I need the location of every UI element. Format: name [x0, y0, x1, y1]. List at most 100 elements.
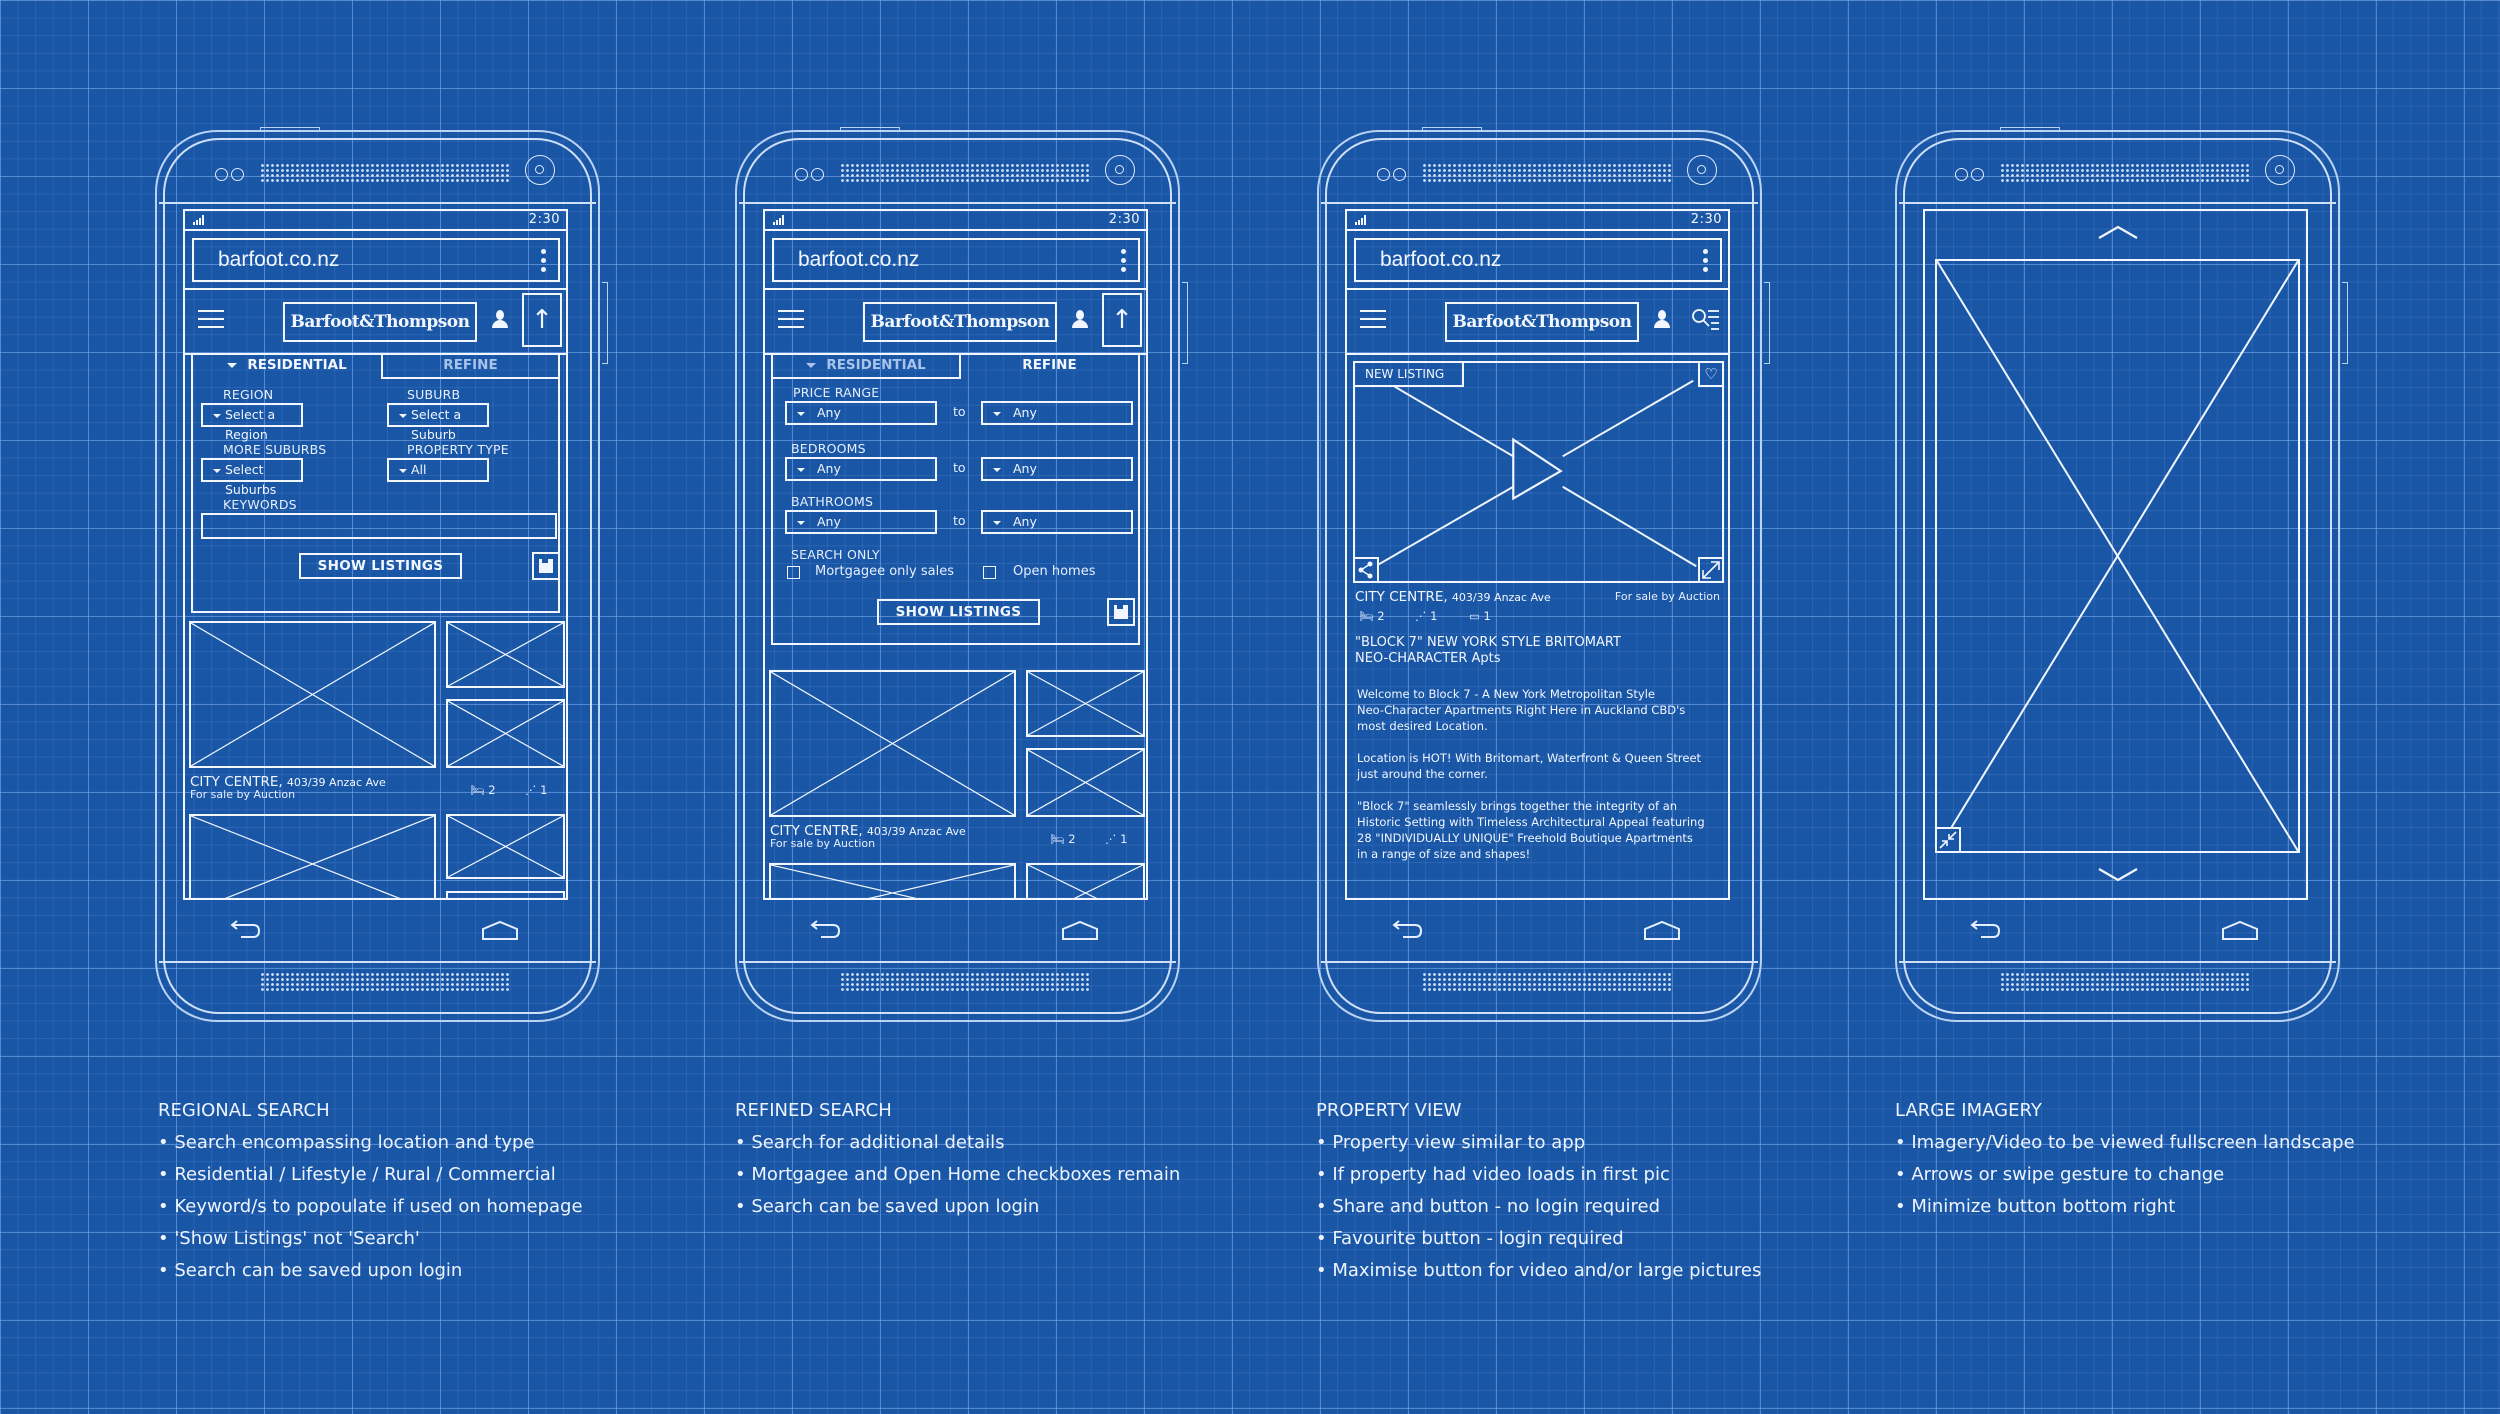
camera-icon: [525, 155, 555, 185]
tab-refine[interactable]: REFINE: [381, 353, 558, 379]
chevron-down-icon[interactable]: [2097, 867, 2139, 883]
tab-refine[interactable]: REFINE: [961, 353, 1138, 379]
tab-residential[interactable]: RESIDENTIAL: [773, 353, 961, 379]
caption-item: • Favourite button - login required: [1316, 1228, 1624, 1249]
power-button: [840, 127, 900, 131]
volume-button: [602, 282, 608, 364]
shower-icon: ⋰: [525, 783, 537, 797]
bedrooms-from-select[interactable]: Any: [785, 457, 937, 481]
garages-count: ▭ 1: [1469, 609, 1491, 623]
minimize-button[interactable]: [1935, 827, 1961, 853]
arrow-up-icon: ↑: [531, 305, 553, 335]
back-icon[interactable]: [807, 920, 841, 942]
home-icon[interactable]: [1062, 920, 1098, 940]
listing-photo-thumb[interactable]: [446, 621, 565, 688]
open-homes-checkbox[interactable]: [983, 566, 996, 579]
listing-photo-thumb[interactable]: [446, 814, 565, 879]
maximise-icon: [1702, 561, 1720, 579]
more-menu-icon[interactable]: [1121, 249, 1126, 273]
listing-photo-main[interactable]: [769, 863, 1016, 898]
bathrooms-to-select[interactable]: Any: [981, 510, 1133, 534]
user-icon[interactable]: [492, 310, 508, 330]
keywords-input[interactable]: [201, 513, 557, 539]
speaker-grille: [260, 972, 510, 992]
hero-media[interactable]: NEW LISTING ♡: [1353, 361, 1724, 583]
description-paragraph: Welcome to Block 7 - A New York Metropol…: [1357, 686, 1705, 734]
home-icon[interactable]: [2222, 920, 2258, 940]
show-listings-button[interactable]: SHOW LISTINGS: [877, 599, 1040, 625]
menu-icon[interactable]: [198, 310, 224, 330]
listing-photo-main[interactable]: [189, 621, 436, 768]
screen: [1923, 209, 2308, 900]
listing-title: CITY CENTRE, 403/39 Anzac Ave: [1355, 589, 1551, 605]
price-from-select[interactable]: Any: [785, 401, 937, 425]
user-icon[interactable]: [1072, 310, 1088, 330]
shower-icon: ⋰: [1105, 832, 1117, 846]
region-select[interactable]: Select a Region: [201, 403, 303, 442]
user-icon[interactable]: [1654, 310, 1670, 330]
tab-residential[interactable]: RESIDENTIAL: [193, 353, 381, 379]
caret-down-icon: [227, 362, 238, 368]
listing-photo-main[interactable]: [189, 814, 436, 898]
price-to-select[interactable]: Any: [981, 401, 1133, 425]
bedrooms-to-select[interactable]: Any: [981, 457, 1133, 481]
select-value: Any: [1013, 405, 1037, 420]
suburb-select[interactable]: Select a Suburb: [387, 403, 489, 442]
tab-label: RESIDENTIAL: [247, 357, 347, 373]
chevron-up-icon[interactable]: [2097, 224, 2139, 240]
caption-item: • Imagery/Video to be viewed fullscreen …: [1895, 1132, 2355, 1153]
back-icon[interactable]: [227, 920, 261, 942]
save-search-icon[interactable]: [532, 552, 560, 580]
speaker-grille: [2000, 163, 2250, 183]
maximise-button[interactable]: [1698, 557, 1724, 583]
bezel-divider: [1899, 202, 2336, 204]
speaker-grille: [840, 972, 1090, 992]
to-label: to: [953, 513, 966, 528]
favourite-button[interactable]: ♡: [1698, 361, 1724, 387]
sensor-icon: [1393, 168, 1406, 181]
sensor-icon: [1377, 168, 1390, 181]
back-icon[interactable]: [1389, 920, 1423, 942]
url-bar[interactable]: barfoot.co.nz: [192, 238, 560, 282]
more-suburbs-select[interactable]: Select Suburbs: [201, 458, 303, 497]
home-icon[interactable]: [1644, 920, 1680, 940]
price-range-label: PRICE RANGE: [793, 385, 880, 400]
brand-logo[interactable]: Barfoot&Thompson: [283, 302, 477, 342]
screen: 2:30 barfoot.co.nz Barfoot&Thompson NEW …: [1345, 209, 1730, 900]
share-button[interactable]: [1353, 557, 1379, 583]
more-menu-icon[interactable]: [541, 249, 546, 273]
caption-item: • Share and button - no login required: [1316, 1196, 1661, 1217]
collapse-up-button[interactable]: ↑: [1102, 293, 1142, 347]
save-search-icon[interactable]: [1107, 598, 1135, 626]
listing-photo-main[interactable]: [769, 670, 1016, 817]
shower-icon: ⋰: [1415, 609, 1427, 623]
listing-photo-thumb[interactable]: [1026, 748, 1145, 817]
caption-item: • Search can be saved upon login: [158, 1260, 463, 1281]
listing-photo-thumb[interactable]: [1026, 863, 1145, 898]
menu-icon[interactable]: [778, 310, 804, 330]
search-list-icon[interactable]: [1690, 306, 1720, 332]
app-header: Barfoot&Thompson ↑: [765, 288, 1146, 355]
listing-photo-thumb[interactable]: [1026, 670, 1145, 737]
listing-sale-method: For sale by Auction: [770, 837, 876, 850]
caption-item: • 'Show Listings' not 'Search': [158, 1228, 420, 1249]
suburb-label: SUBURB: [407, 387, 461, 402]
fullscreen-image[interactable]: [1935, 259, 2300, 853]
url-bar[interactable]: barfoot.co.nz: [772, 238, 1140, 282]
url-bar[interactable]: barfoot.co.nz: [1354, 238, 1722, 282]
show-listings-button[interactable]: SHOW LISTINGS: [299, 553, 462, 579]
mortgagee-checkbox[interactable]: [787, 566, 800, 579]
bathrooms-from-select[interactable]: Any: [785, 510, 937, 534]
back-icon[interactable]: [1967, 920, 2001, 942]
property-type-select[interactable]: All: [387, 458, 489, 482]
brand-logo[interactable]: Barfoot&Thompson: [1445, 302, 1639, 342]
listing-photo-thumb[interactable]: [446, 891, 565, 898]
home-icon[interactable]: [482, 920, 518, 940]
listing-photo-thumb[interactable]: [446, 699, 565, 768]
menu-icon[interactable]: [1360, 310, 1386, 330]
more-menu-icon[interactable]: [1703, 249, 1708, 273]
brand-logo[interactable]: Barfoot&Thompson: [863, 302, 1057, 342]
bezel-divider: [1321, 202, 1758, 204]
collapse-up-button[interactable]: ↑: [522, 293, 562, 347]
caption-title: REFINED SEARCH: [735, 1100, 892, 1121]
